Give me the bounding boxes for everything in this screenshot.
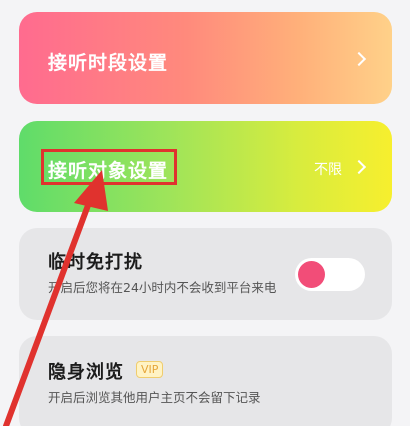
- target-setting-value: 不限: [314, 162, 342, 178]
- time-setting-card[interactable]: 接听时段设置: [19, 12, 392, 104]
- chevron-right-icon: [351, 51, 367, 67]
- stealth-title: 隐身浏览: [48, 362, 124, 383]
- dnd-title: 临时免打扰: [48, 252, 143, 273]
- dnd-card: 临时免打扰 开启后您将在24小时内不会收到平台来电: [19, 228, 392, 320]
- chevron-right-icon: [351, 159, 367, 175]
- stealth-card: 隐身浏览 VIP 开启后浏览其他用户主页不会留下记录: [19, 336, 392, 426]
- time-setting-label: 接听时段设置: [48, 52, 169, 74]
- highlight-box: [41, 149, 177, 185]
- stealth-description: 开启后浏览其他用户主页不会留下记录: [48, 390, 261, 405]
- target-setting-card[interactable]: 接听对象设置 不限: [19, 121, 392, 212]
- dnd-toggle[interactable]: [295, 258, 365, 291]
- vip-badge: VIP: [136, 361, 164, 378]
- settings-screen: 接听时段设置 接听对象设置 不限 临时免打扰 开启后您将在24小时内不会收到平台…: [0, 0, 410, 426]
- toggle-knob: [298, 261, 325, 288]
- dnd-description: 开启后您将在24小时内不会收到平台来电: [48, 280, 277, 295]
